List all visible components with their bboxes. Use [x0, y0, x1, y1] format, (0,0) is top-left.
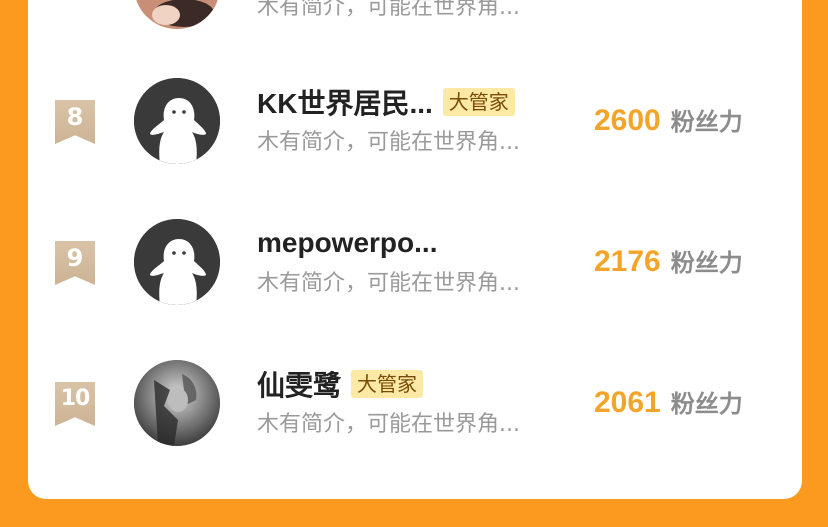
- rank-flag: 8: [55, 100, 95, 144]
- ranking-row[interactable]: 9 mepowerpo... 木有简介，可能在世界角... 2176 粉丝力: [28, 219, 802, 315]
- user-name[interactable]: mepowerpo...: [257, 227, 437, 259]
- rank-flag: 10: [55, 382, 95, 426]
- ghost-avatar-icon: [134, 219, 220, 305]
- ranking-row[interactable]: 8 KK世界居民... 大管家 木有简介，可能在世界角... 2600 粉丝力: [28, 78, 802, 174]
- user-name[interactable]: 仙雯鹭: [257, 364, 341, 404]
- fans-score: 2600 粉丝力: [594, 102, 743, 138]
- user-intro: 木有简介，可能在世界角...: [257, 0, 520, 20]
- role-badge: 大管家: [442, 88, 515, 116]
- fans-number: 2176: [594, 245, 661, 278]
- avatar[interactable]: [134, 78, 220, 164]
- name-line: mepowerpo...: [257, 225, 437, 261]
- rank-flag: 9: [55, 241, 95, 285]
- user-photo-avatar: [134, 360, 220, 446]
- user-intro: 木有简介，可能在世界角...: [257, 130, 520, 155]
- ghost-avatar-icon: [134, 78, 220, 164]
- role-badge: 大管家: [351, 370, 424, 398]
- fans-number: 2600: [594, 104, 661, 137]
- avatar[interactable]: [134, 0, 220, 29]
- avatar[interactable]: [134, 360, 220, 446]
- avatar[interactable]: [134, 219, 220, 305]
- fans-score: 2176 粉丝力: [594, 243, 743, 279]
- fans-label: 粉丝力: [670, 390, 743, 418]
- user-intro: 木有简介，可能在世界角...: [257, 412, 520, 437]
- ranking-card: 木有简介，可能在世界角... 8 KK世界居民... 大管家 木有简介，可能在世…: [28, 0, 802, 499]
- fans-label: 粉丝力: [670, 249, 743, 277]
- fans-number: 2061: [594, 386, 661, 419]
- ranking-page: 木有简介，可能在世界角... 8 KK世界居民... 大管家 木有简介，可能在世…: [0, 0, 828, 527]
- name-line: KK世界居民... 大管家: [257, 84, 515, 120]
- user-name[interactable]: KK世界居民...: [257, 82, 433, 122]
- user-photo-avatar: [134, 0, 220, 29]
- fans-score: 2061 粉丝力: [594, 384, 743, 420]
- name-line: 仙雯鹭 大管家: [257, 364, 424, 404]
- fans-label: 粉丝力: [670, 108, 743, 136]
- ranking-row-partial[interactable]: 木有简介，可能在世界角...: [28, 0, 802, 39]
- ranking-row[interactable]: 10 仙雯鹭 大管家 木有简介，可能在世界角... 2061 粉丝力: [28, 360, 802, 456]
- user-intro: 木有简介，可能在世界角...: [257, 271, 520, 296]
